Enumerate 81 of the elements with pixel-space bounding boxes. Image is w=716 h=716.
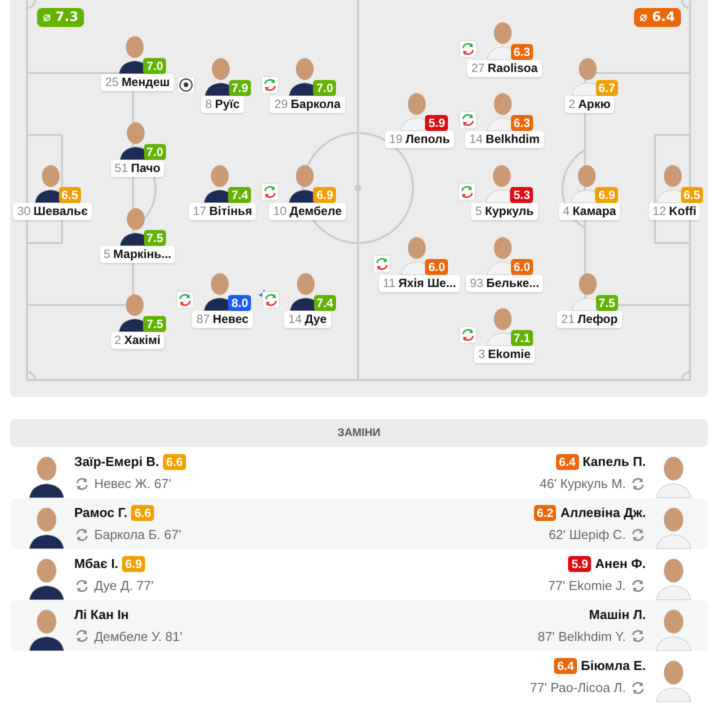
substitution-icon — [630, 526, 646, 542]
player-name[interactable]: Заїр-Емері В. — [74, 454, 160, 469]
replaced-player: 62' Шеріф С. — [548, 527, 626, 542]
player-name[interactable]: Мбає І. — [74, 556, 118, 571]
player-name[interactable]: Капель П. — [582, 454, 646, 469]
rating-badge: 6.7 — [596, 80, 618, 96]
substitution-icon — [74, 628, 90, 644]
rating-badge: 7.0 — [313, 80, 336, 96]
average-rating-badge: ⌀ 7.3 — [37, 8, 84, 27]
player-name[interactable]: Машін Л. — [588, 607, 646, 622]
rating-badge: 6.3 — [510, 44, 534, 60]
player-label[interactable]: 51 Пачо — [110, 160, 164, 177]
replaced-player: Дуе Д. 77' — [94, 578, 154, 593]
rating-badge: 5.3 — [510, 187, 534, 203]
player-label[interactable]: 4 Камара — [558, 203, 620, 220]
player-label[interactable]: 8 Руїс — [201, 96, 244, 112]
player-label[interactable]: 17 Вітінья — [188, 203, 256, 220]
substitution-icon — [74, 526, 90, 542]
replaced-player: Баркола Б. 67' — [94, 527, 182, 542]
player-name[interactable]: Рамос Г. — [74, 505, 128, 520]
average-rating-badge: ⌀ 6.4 — [634, 8, 681, 27]
player-label[interactable]: 25 Мендеш — [101, 74, 174, 91]
player-label[interactable]: 87 Невес — [192, 310, 253, 328]
rating-badge: 6.9 — [122, 556, 145, 572]
rating-badge: 5.9 — [568, 556, 592, 572]
rating-badge: 6.5 — [680, 187, 704, 203]
substitution-icon — [630, 680, 646, 696]
rating-badge: 7.4 — [228, 187, 252, 203]
player-label[interactable]: 19 Леполь — [385, 131, 454, 148]
replaced-player: 87' Belkhdim Y. — [538, 628, 626, 644]
substitution-icon — [630, 476, 646, 492]
rating-badge: 6.9 — [313, 187, 336, 203]
rating-badge: 7.0 — [143, 58, 166, 74]
replaced-player: 77' Ekomie J. — [548, 578, 626, 593]
player-name[interactable]: Аллевіна Дж. — [560, 505, 646, 520]
replaced-player: Дембеле У. 81' — [94, 628, 182, 644]
substitution-icon — [74, 476, 90, 492]
replaced-player: 46' Куркуль М. — [540, 476, 626, 491]
rating-badge: 6.9 — [595, 187, 618, 203]
rating-badge: 6.5 — [58, 187, 82, 203]
player-label[interactable]: 14 Дуе — [284, 310, 331, 328]
substitution-icon — [630, 628, 646, 644]
substitution-icon — [630, 578, 646, 594]
rating-badge: 8.0 — [228, 294, 252, 310]
rating-badge: 6.6 — [163, 454, 186, 470]
rating-badge: 5.9 — [425, 115, 448, 132]
player-label[interactable]: 14 Belkhdim — [465, 131, 544, 148]
player-name[interactable]: Анен Ф. — [595, 556, 646, 571]
rating-badge: 6.2 — [534, 504, 556, 520]
rating-badge: 7.0 — [144, 144, 166, 160]
player-label[interactable]: 3 Ekomie — [474, 346, 535, 364]
rating-badge: 7.5 — [143, 316, 166, 332]
player-label[interactable]: 29 Баркола — [270, 96, 345, 112]
player-label[interactable]: 5 Куркуль — [471, 203, 538, 220]
player-label[interactable]: 93 Бельке... — [466, 274, 544, 292]
rating-badge: 7.4 — [314, 294, 336, 310]
player-label[interactable]: 30 Шевальє — [13, 203, 92, 220]
substitution-icon — [74, 578, 90, 594]
player-label[interactable]: 2 Хакімі — [110, 332, 164, 349]
player-name[interactable]: Біюмла Е. — [580, 658, 646, 673]
player-label[interactable]: 10 Дембеле — [269, 203, 346, 220]
player-label[interactable]: 12 Koffi — [648, 203, 700, 220]
player-label[interactable]: 27 Raolisoa — [467, 60, 542, 77]
rating-badge: 7.9 — [228, 80, 252, 96]
rating-badge: 6.0 — [425, 258, 448, 275]
rating-badge: 6.3 — [510, 115, 534, 132]
player-label[interactable]: 11 Яхія Ше... — [378, 274, 460, 292]
player-label[interactable]: 21 Лефор — [557, 310, 622, 328]
player-name[interactable]: Лі Кан Ін — [74, 607, 129, 622]
rating-badge: 7.1 — [510, 330, 534, 346]
section-title: ЗАМІНИ — [338, 427, 380, 439]
player-label[interactable]: 5 Маркінь... — [100, 246, 176, 263]
rating-badge: 6.0 — [510, 258, 534, 275]
rating-badge: 6.4 — [554, 658, 577, 674]
rating-badge: 7.5 — [144, 230, 166, 246]
rating-badge: 7.5 — [596, 294, 618, 310]
replaced-player: 77' Рао-Лісоа Л. — [530, 680, 626, 695]
rating-badge: 6.6 — [131, 504, 154, 520]
player-label[interactable]: 2 Аркю — [564, 96, 614, 112]
rating-badge: 6.4 — [556, 454, 579, 470]
replaced-player: Невес Ж. 67' — [94, 476, 172, 491]
